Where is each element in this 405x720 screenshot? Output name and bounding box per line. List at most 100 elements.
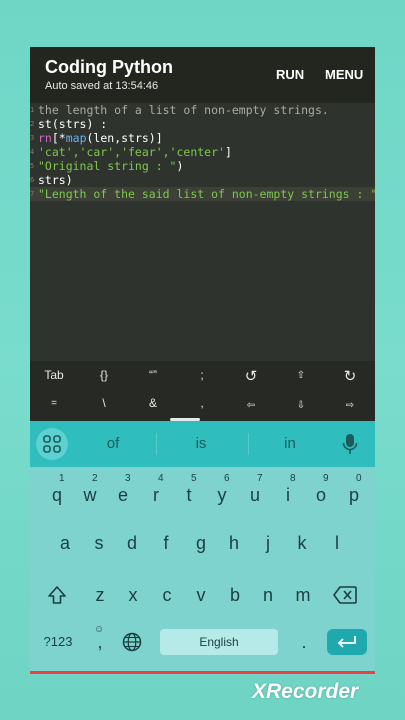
microphone-icon[interactable] bbox=[342, 433, 358, 460]
line-number: 1 bbox=[30, 106, 35, 114]
key-letter: o bbox=[315, 485, 326, 505]
symbols-key[interactable]: ?123 bbox=[38, 624, 78, 660]
suggestion-1[interactable]: of bbox=[83, 435, 143, 452]
key-letter: i bbox=[286, 485, 290, 505]
key-p[interactable]: p0 bbox=[338, 473, 370, 513]
key-l[interactable]: l bbox=[321, 525, 353, 561]
key-period[interactable]: . bbox=[288, 624, 320, 660]
line-number: 2 bbox=[30, 120, 35, 128]
recorder-watermark: XRecorder bbox=[252, 680, 359, 703]
arrow-left-icon[interactable]: ⇦ bbox=[231, 400, 271, 411]
key-s[interactable]: s bbox=[83, 525, 115, 561]
divider bbox=[248, 433, 249, 455]
backspace-key[interactable] bbox=[329, 577, 361, 613]
key-f[interactable]: f bbox=[150, 525, 182, 561]
extra-key-semicolon[interactable]: ; bbox=[182, 368, 222, 382]
code-editor[interactable]: 1 the length of a list of non-empty strin… bbox=[30, 103, 375, 361]
key-hint: 7 bbox=[257, 473, 263, 484]
divider bbox=[156, 433, 157, 455]
extra-keys-bar: Tab {} “” ; ↺ ⇧ ↻ = \ & , ⇦ ⇩ ⇨ bbox=[30, 361, 375, 421]
key-o[interactable]: o9 bbox=[305, 473, 337, 513]
emoji-hint-icon: ☺ bbox=[94, 624, 105, 635]
key-r[interactable]: r4 bbox=[140, 473, 172, 513]
code-token: rn bbox=[38, 131, 52, 145]
globe-icon bbox=[122, 632, 142, 652]
code-line-5: 5 "Original string : ") bbox=[30, 159, 375, 173]
extra-key-ampersand[interactable]: & bbox=[133, 396, 173, 410]
extra-key-quotes[interactable]: “” bbox=[133, 368, 173, 382]
key-hint: 8 bbox=[290, 473, 296, 484]
key-hint: 2 bbox=[92, 473, 98, 484]
key-d[interactable]: d bbox=[116, 525, 148, 561]
line-number: 3 bbox=[30, 134, 35, 142]
app-bar: Coding Python Auto saved at 13:54:46 RUN… bbox=[30, 47, 375, 103]
key-h[interactable]: h bbox=[218, 525, 250, 561]
menu-button[interactable]: MENU bbox=[325, 67, 363, 82]
code-line-2: 2 st(strs) : bbox=[30, 117, 375, 131]
extra-key-equals[interactable]: = bbox=[34, 398, 74, 409]
key-letter: t bbox=[186, 485, 192, 505]
suggestion-bar: of is in bbox=[30, 421, 375, 467]
key-n[interactable]: n bbox=[252, 577, 284, 613]
line-number: 5 bbox=[30, 162, 35, 170]
redo-icon[interactable]: ↻ bbox=[330, 367, 370, 385]
code-token: st(strs) : bbox=[38, 117, 108, 131]
autosave-status: Auto saved at 13:54:46 bbox=[45, 80, 159, 92]
code-token: ] bbox=[224, 145, 232, 159]
arrow-down-icon[interactable]: ⇩ bbox=[281, 400, 321, 411]
suggestion-2[interactable]: is bbox=[171, 435, 231, 452]
key-e[interactable]: e3 bbox=[107, 473, 139, 513]
line-number: 6 bbox=[30, 176, 35, 184]
language-key[interactable] bbox=[116, 624, 148, 660]
code-token: ) bbox=[176, 159, 184, 173]
key-b[interactable]: b bbox=[219, 577, 251, 613]
key-j[interactable]: j bbox=[252, 525, 284, 561]
key-hint: 1 bbox=[59, 473, 65, 484]
code-token: the length of a list of non-empty string… bbox=[38, 103, 329, 117]
key-a[interactable]: a bbox=[49, 525, 81, 561]
suggestion-3[interactable]: in bbox=[260, 435, 320, 452]
extra-key-backslash[interactable]: \ bbox=[84, 396, 124, 410]
run-button[interactable]: RUN bbox=[276, 67, 304, 82]
code-token: [* bbox=[51, 131, 66, 145]
key-x[interactable]: x bbox=[117, 577, 149, 613]
undo-icon[interactable]: ↺ bbox=[231, 367, 271, 385]
key-letter: y bbox=[217, 485, 227, 505]
key-v[interactable]: v bbox=[185, 577, 217, 613]
key-hint: 9 bbox=[323, 473, 329, 484]
code-token: 'cat','car','fear','center' bbox=[38, 145, 225, 159]
extra-key-comma[interactable]: , bbox=[182, 396, 222, 410]
key-w[interactable]: w2 bbox=[74, 473, 106, 513]
enter-key[interactable] bbox=[327, 629, 367, 655]
shift-key[interactable] bbox=[41, 577, 73, 613]
code-token: (len,strs)] bbox=[86, 131, 163, 145]
key-comma[interactable]: ☺ , bbox=[84, 624, 116, 660]
backspace-icon bbox=[333, 586, 357, 604]
key-letter: q bbox=[51, 485, 62, 505]
shift-icon[interactable]: ⇧ bbox=[281, 370, 321, 381]
app-title: Coding Python bbox=[45, 57, 173, 77]
extra-key-braces[interactable]: {} bbox=[84, 368, 124, 382]
key-letter: w bbox=[83, 485, 97, 505]
key-hint: 5 bbox=[191, 473, 197, 484]
apps-grid-icon[interactable] bbox=[36, 428, 68, 460]
key-g[interactable]: g bbox=[185, 525, 217, 561]
key-y[interactable]: y6 bbox=[206, 473, 238, 513]
key-t[interactable]: t5 bbox=[173, 473, 205, 513]
key-u[interactable]: u7 bbox=[239, 473, 271, 513]
key-c[interactable]: c bbox=[151, 577, 183, 613]
app-window: Coding Python Auto saved at 13:54:46 RUN… bbox=[30, 47, 375, 675]
key-q[interactable]: q1 bbox=[41, 473, 73, 513]
key-hint: 0 bbox=[356, 473, 362, 484]
code-token: map bbox=[65, 131, 87, 145]
space-bar[interactable]: English bbox=[160, 629, 278, 655]
code-line-1: 1 the length of a list of non-empty strin… bbox=[30, 103, 375, 117]
key-k[interactable]: k bbox=[286, 525, 318, 561]
extra-key-tab[interactable]: Tab bbox=[34, 368, 74, 382]
bottom-accent-line bbox=[30, 671, 375, 674]
line-number: 4 bbox=[30, 148, 35, 156]
key-z[interactable]: z bbox=[84, 577, 116, 613]
key-m[interactable]: m bbox=[287, 577, 319, 613]
arrow-right-icon[interactable]: ⇨ bbox=[330, 400, 370, 411]
key-i[interactable]: i8 bbox=[272, 473, 304, 513]
